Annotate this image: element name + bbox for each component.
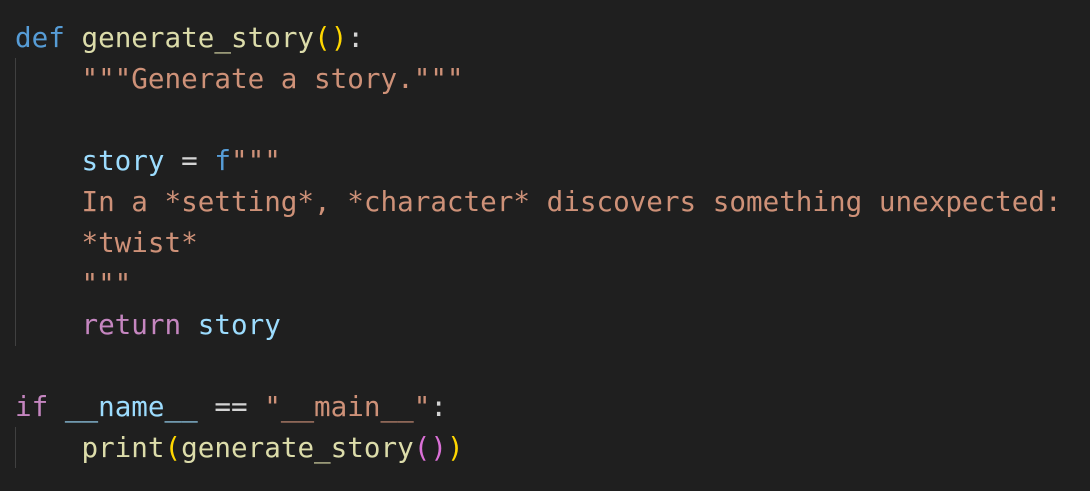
code-token: """: [81, 267, 132, 300]
code-line[interactable]: if __name__ == "__main__":: [15, 386, 447, 427]
code-token: print: [81, 431, 165, 464]
code-token: story: [81, 144, 165, 177]
code-token: __name__: [64, 390, 198, 423]
code-line[interactable]: In a *setting*, *character* discovers so…: [15, 181, 1062, 222]
code-token: def: [15, 21, 65, 54]
code-token: if: [15, 390, 49, 423]
code-token: ==: [197, 390, 265, 423]
code-line[interactable]: def generate_story():: [15, 17, 364, 58]
code-token: """Generate a story.""": [81, 62, 464, 95]
code-token: generate_story: [81, 21, 315, 54]
code-token: f: [214, 144, 231, 177]
code-line[interactable]: print(generate_story()): [15, 427, 464, 468]
code-token: ): [430, 431, 447, 464]
code-token: (: [413, 431, 431, 464]
code-token: =: [164, 144, 215, 177]
code-token: return: [81, 308, 182, 341]
code-token: generate_story: [181, 431, 414, 464]
code-token: In a *setting*, *character* discovers so…: [81, 185, 1062, 218]
code-token: :: [430, 390, 447, 423]
code-token: "__main__": [264, 390, 431, 423]
code-token: (: [314, 21, 331, 54]
code-line[interactable]: story = f""": [15, 140, 281, 181]
code-token: ): [330, 21, 348, 54]
code-token: *twist*: [81, 226, 198, 259]
code-token: """: [231, 144, 281, 177]
code-line[interactable]: """: [15, 263, 131, 304]
code-editor[interactable]: def generate_story(): """Generate a stor…: [0, 0, 1090, 491]
code-line[interactable]: *twist*: [15, 222, 198, 263]
code-line[interactable]: return story: [15, 304, 281, 345]
code-line[interactable]: """Generate a story.""": [15, 58, 464, 99]
code-token: (: [164, 431, 182, 464]
code-token: ): [447, 431, 464, 464]
code-token: story: [197, 308, 281, 341]
code-token: :: [347, 21, 364, 54]
